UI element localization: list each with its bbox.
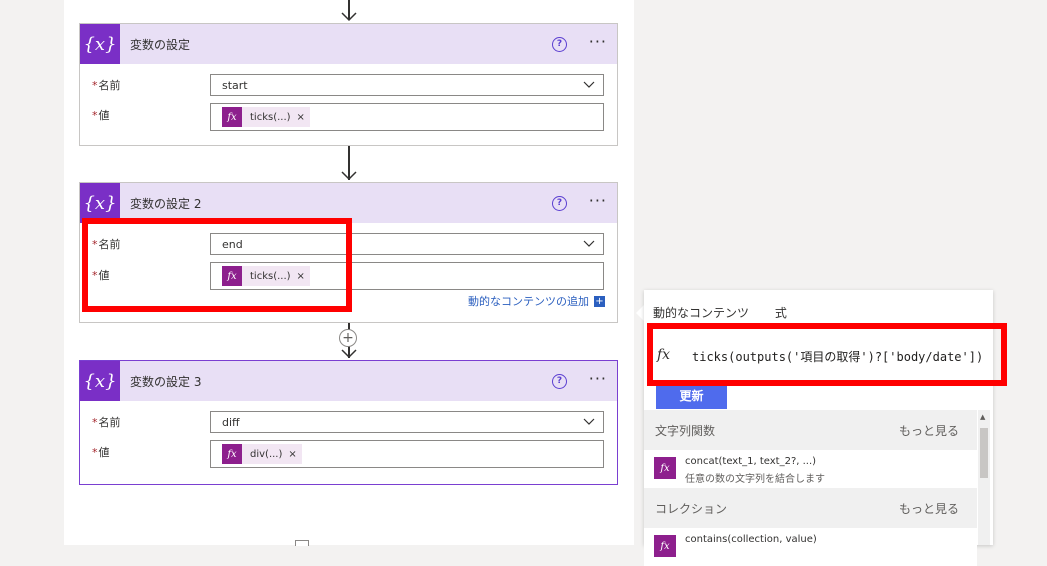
help-icon[interactable]: ? xyxy=(552,374,567,389)
add-dynamic-content-text: 動的なコンテンツの追加 xyxy=(468,295,589,308)
function-name: concat(text_1, text_2?, ...) xyxy=(685,456,817,467)
card-header[interactable]: {x} 変数の設定 ? ··· xyxy=(80,24,617,64)
expression-token[interactable]: fx div(...) × xyxy=(222,444,302,464)
name-label: *名前 xyxy=(92,77,121,93)
token-text: div(...) xyxy=(250,448,283,460)
card-header[interactable]: {x} 変数の設定 3 ? ··· xyxy=(80,361,617,401)
name-label-text: 名前 xyxy=(98,79,121,92)
value-field[interactable]: fx div(...) × xyxy=(210,440,604,468)
fx-icon: fx xyxy=(222,107,242,127)
panel-tabs: 動的なコンテンツ 式 xyxy=(653,304,809,321)
scroll-up-icon[interactable]: ▲ xyxy=(980,413,985,421)
scrollbar-thumb[interactable] xyxy=(980,428,988,478)
section-header-string-functions: 文字列関数 もっと見る xyxy=(644,410,977,450)
section-header-collection: コレクション もっと見る xyxy=(644,488,977,528)
value-label: *値 xyxy=(92,107,110,123)
required-mark: * xyxy=(92,79,98,92)
section-title: コレクション xyxy=(655,502,728,516)
remove-token-icon[interactable]: × xyxy=(297,112,305,123)
fx-icon: fx xyxy=(654,457,676,479)
name-value: diff xyxy=(222,416,240,429)
add-dynamic-content-link[interactable]: 動的なコンテンツの追加 + xyxy=(468,293,605,309)
action-card-set-variable-3[interactable]: {x} 変数の設定 3 ? ··· *名前 diff *値 fx div(...… xyxy=(79,360,618,485)
token-text: ticks(...) xyxy=(250,111,291,123)
help-icon[interactable]: ? xyxy=(552,196,567,211)
card-header[interactable]: {x} 変数の設定 2 ? ··· xyxy=(80,183,617,223)
chevron-down-icon xyxy=(583,81,595,88)
insert-step-button[interactable]: + xyxy=(339,329,357,347)
tab-expression[interactable]: 式 xyxy=(775,306,787,320)
value-label-text: 値 xyxy=(98,109,110,122)
plus-icon: + xyxy=(594,295,605,307)
connector-arrow xyxy=(339,0,359,22)
see-more-link[interactable]: もっと見る xyxy=(899,500,959,517)
name-dropdown[interactable]: start xyxy=(210,74,604,96)
see-more-link[interactable]: もっと見る xyxy=(899,422,959,439)
update-button[interactable]: 更新 xyxy=(656,383,727,409)
action-card-set-variable[interactable]: {x} 変数の設定 ? ··· *名前 start *値 fx ticks(..… xyxy=(79,23,618,146)
highlight-box xyxy=(82,218,352,312)
more-options-icon[interactable]: ··· xyxy=(589,369,607,388)
fx-icon: fx xyxy=(654,535,676,557)
chevron-down-icon xyxy=(583,240,595,247)
card-title: 変数の設定 3 xyxy=(130,375,202,389)
remove-token-icon[interactable]: × xyxy=(288,449,296,460)
name-label-text: 名前 xyxy=(98,416,121,429)
expression-token[interactable]: fx ticks(...) × xyxy=(222,107,310,127)
connector-arrow xyxy=(339,146,359,182)
more-options-icon[interactable]: ··· xyxy=(589,32,607,51)
name-label: *名前 xyxy=(92,414,121,430)
fx-icon: fx xyxy=(222,444,242,464)
name-value: start xyxy=(222,79,248,92)
panel-pointer xyxy=(636,305,644,321)
more-options-icon[interactable]: ··· xyxy=(589,191,607,210)
function-item[interactable]: fx concat(text_1, text_2?, ...) 任意の数の文字列… xyxy=(644,450,977,488)
help-icon[interactable]: ? xyxy=(552,37,567,52)
required-mark: * xyxy=(92,416,98,429)
function-description: 任意の数の文字列を結合します xyxy=(685,474,825,485)
value-label: *値 xyxy=(92,444,110,460)
section-title: 文字列関数 xyxy=(655,424,716,438)
highlight-box xyxy=(647,323,1007,386)
card-title: 変数の設定 2 xyxy=(130,197,202,211)
panel-scrollbar[interactable]: ▲ xyxy=(978,410,990,545)
function-item[interactable]: fx contains(collection, value) xyxy=(644,528,977,566)
next-step-marker xyxy=(295,540,309,546)
variable-icon: {x} xyxy=(80,361,120,401)
function-name: contains(collection, value) xyxy=(685,534,817,545)
variable-icon: {x} xyxy=(80,183,120,223)
value-label-text: 値 xyxy=(98,446,110,459)
required-mark: * xyxy=(92,446,98,459)
tab-dynamic-content[interactable]: 動的なコンテンツ xyxy=(653,306,749,320)
value-field[interactable]: fx ticks(...) × xyxy=(210,103,604,131)
variable-icon: {x} xyxy=(80,24,120,64)
name-dropdown[interactable]: diff xyxy=(210,411,604,433)
card-title: 変数の設定 xyxy=(130,38,191,52)
chevron-down-icon xyxy=(583,418,595,425)
required-mark: * xyxy=(92,109,98,122)
